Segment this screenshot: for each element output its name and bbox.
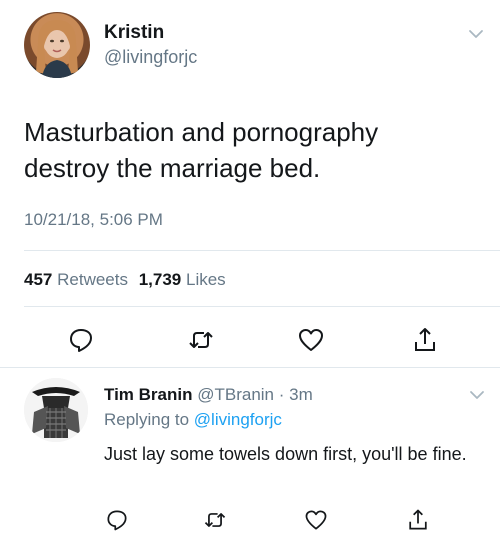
author-handle[interactable]: @livingforjc [104, 47, 197, 68]
tweet-text: Masturbation and pornography destroy the… [24, 117, 379, 183]
likes-label[interactable]: Likes [186, 270, 226, 289]
retweets-label[interactable]: Retweets [57, 270, 128, 289]
separator: · [278, 385, 285, 404]
avatar[interactable] [24, 378, 88, 442]
replying-to-label: Replying to [104, 410, 190, 429]
tweet-actions [0, 325, 500, 357]
reply-time[interactable]: 3m [289, 385, 313, 404]
divider [24, 306, 500, 307]
tweet-stats: 457 Retweets 1,739 Likes [24, 270, 226, 290]
likes-count[interactable]: 1,739 [139, 270, 182, 289]
author-name[interactable]: Kristin [104, 22, 164, 44]
replying-to-mention[interactable]: @livingforjc [194, 410, 282, 429]
heart-icon[interactable] [303, 507, 329, 533]
replying-to: Replying to @livingforjc [104, 410, 282, 430]
chevron-down-icon[interactable] [466, 24, 486, 44]
reply-icon[interactable] [104, 507, 130, 533]
reply-header: Tim Branin @TBranin · 3m [104, 385, 313, 405]
share-icon[interactable] [405, 507, 431, 533]
share-icon[interactable] [410, 325, 440, 355]
heart-icon[interactable] [296, 325, 326, 355]
retweet-icon[interactable] [186, 325, 216, 355]
avatar[interactable] [24, 12, 90, 78]
main-tweet: Kristin @livingforjc Masturbation and po… [0, 0, 500, 368]
retweets-count[interactable]: 457 [24, 270, 52, 289]
divider [24, 250, 500, 251]
reply-author-handle[interactable]: @TBranin [197, 385, 274, 404]
reply-actions [0, 507, 500, 539]
reply-icon[interactable] [66, 325, 96, 355]
reply-author-name[interactable]: Tim Branin [104, 385, 192, 404]
reply-text: Just lay some towels down first, you'll … [104, 444, 467, 464]
retweet-icon[interactable] [202, 507, 228, 533]
reply-tweet: Tim Branin @TBranin · 3m Replying to @li… [0, 368, 500, 539]
chevron-down-icon[interactable] [468, 386, 486, 404]
tweet-timestamp[interactable]: 10/21/18, 5:06 PM [24, 210, 163, 230]
